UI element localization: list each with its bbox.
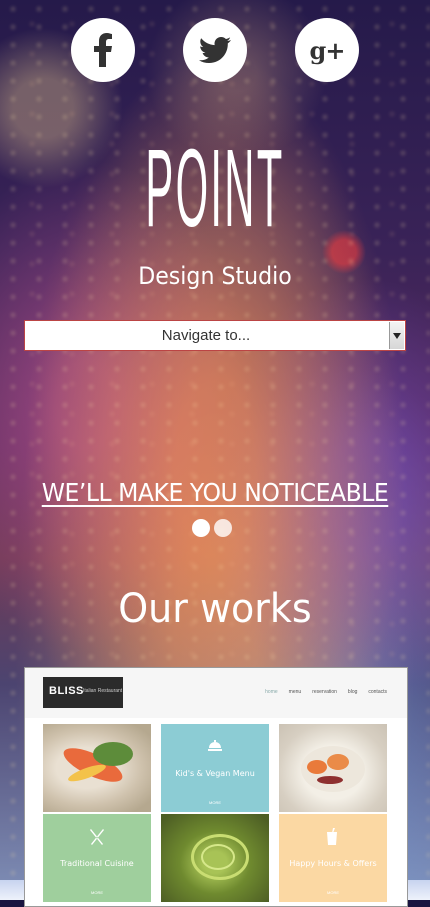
preview-menu-item: home xyxy=(265,689,278,695)
navigate-select[interactable]: Navigate to... xyxy=(24,320,406,351)
preview-menu-item: contacts xyxy=(368,689,387,695)
preview-menu-item: blog xyxy=(347,689,358,695)
preview-tile-food-2 xyxy=(279,724,387,812)
preview-tile-traditional: Traditional Cuisine MORE xyxy=(43,814,151,902)
site-logo[interactable]: POINT xyxy=(133,134,296,244)
works-title: Our works xyxy=(118,586,312,632)
tile-more: MORE xyxy=(91,890,103,895)
tile-more: MORE xyxy=(327,890,339,895)
preview-tile-food-3 xyxy=(161,814,269,902)
preview-brand: BLISS xyxy=(49,685,84,697)
preview-logo: BLISS Italian Restaurant xyxy=(43,677,123,708)
facebook-button[interactable] xyxy=(71,18,135,82)
drink-icon xyxy=(327,828,337,845)
slider-dot-1[interactable] xyxy=(192,519,210,537)
twitter-button[interactable] xyxy=(183,18,247,82)
facebook-icon xyxy=(94,33,112,67)
slider-dot-2[interactable] xyxy=(214,519,232,537)
twitter-icon xyxy=(199,37,231,63)
preview-menu: home menu reservation blog contacts xyxy=(265,689,387,695)
cutlery-icon xyxy=(90,829,104,845)
slider-headline-link[interactable]: WE’LL MAKE YOU NOTICEABLE xyxy=(13,478,417,507)
work-preview-card[interactable]: BLISS Italian Restaurant home menu reser… xyxy=(24,667,408,907)
preview-menu-item: reservation xyxy=(312,689,337,695)
preview-brand-sub: Italian Restaurant xyxy=(83,688,123,694)
slider-pagination xyxy=(192,519,242,539)
site-tagline: Design Studio xyxy=(138,262,292,290)
chevron-down-icon[interactable] xyxy=(389,322,404,349)
preview-tile-food-1 xyxy=(43,724,151,812)
tile-title: Traditional Cuisine xyxy=(60,859,134,868)
social-links: g+ xyxy=(0,18,430,82)
tile-more: MORE xyxy=(209,800,221,805)
navigate-select-value: Navigate to... xyxy=(161,327,251,344)
preview-tile-happy-hours: Happy Hours & Offers MORE xyxy=(279,814,387,902)
google-plus-button[interactable]: g+ xyxy=(295,18,359,82)
preview-header: BLISS Italian Restaurant home menu reser… xyxy=(25,668,407,718)
preview-menu-item: menu xyxy=(288,689,302,695)
preview-tile-kids-vegan: Kid's & Vegan Menu MORE xyxy=(161,724,269,812)
tile-title: Kid's & Vegan Menu xyxy=(175,769,255,778)
google-plus-icon: g+ xyxy=(309,35,346,65)
tile-title: Happy Hours & Offers xyxy=(289,859,377,868)
cloche-icon xyxy=(208,740,222,751)
